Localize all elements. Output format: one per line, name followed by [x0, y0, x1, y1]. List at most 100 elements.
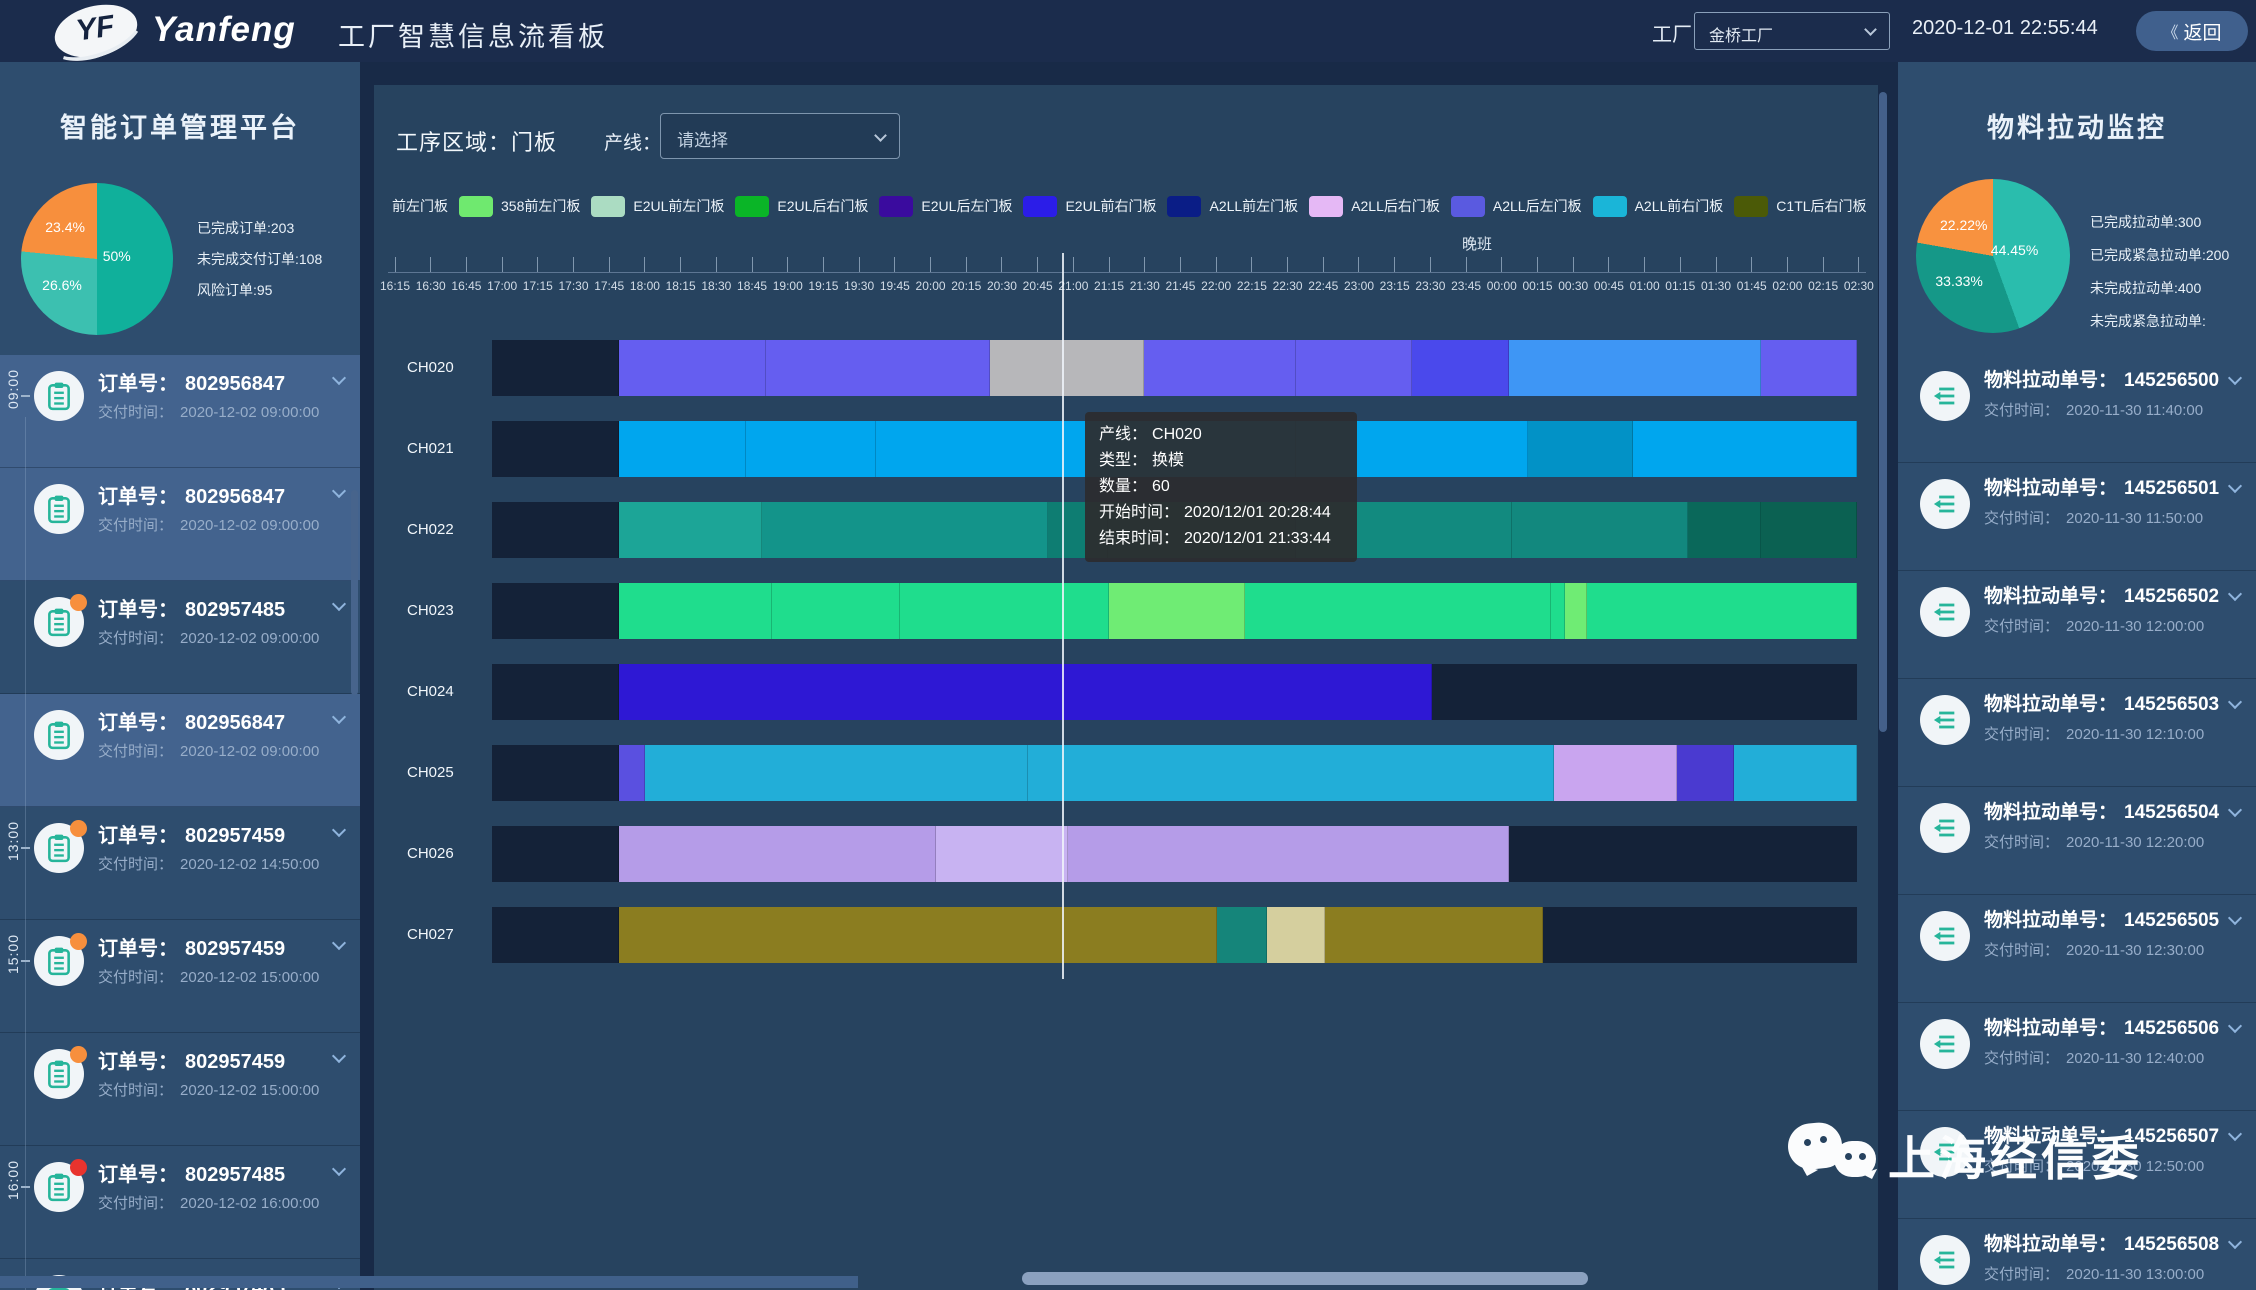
order-list-item[interactable]: 09:00 订单号：802956847 交付时间：2020-12-02 09:0… — [0, 355, 360, 468]
gantt-bar-segment[interactable] — [1761, 502, 1857, 558]
legend-item[interactable]: 358前左门板 — [459, 196, 580, 217]
order-list-item[interactable]: 16:00 订单号：802957485 交付时间：2020-12-02 16:0… — [0, 1146, 360, 1259]
bottom-scrollbar-track[interactable] — [0, 1276, 858, 1288]
main-vertical-scrollbar[interactable] — [1879, 92, 1887, 732]
gantt-bar-segment[interactable] — [1245, 583, 1551, 639]
pull-list-item[interactable]: 物料拉动单号：145256504 交付时间：2020-11-30 12:20:0… — [1898, 787, 2256, 895]
chevron-down-icon[interactable] — [332, 371, 346, 385]
gantt-bar-segment[interactable] — [1028, 745, 1554, 801]
gantt-bar-segment[interactable] — [746, 421, 876, 477]
gantt-bar-segment[interactable] — [1565, 583, 1587, 639]
gantt-bar-segment[interactable] — [619, 907, 1217, 963]
pull-list-item[interactable]: 物料拉动单号：145256501 交付时间：2020-11-30 11:50:0… — [1898, 463, 2256, 571]
chevron-down-icon[interactable] — [2228, 587, 2242, 601]
chevron-down-icon[interactable] — [332, 484, 346, 498]
legend-item[interactable]: A2LL前右门板 — [1593, 196, 1724, 217]
gantt-bar-segment[interactable] — [492, 907, 619, 963]
chevron-down-icon[interactable] — [2228, 1019, 2242, 1033]
chevron-down-icon[interactable] — [332, 823, 346, 837]
gantt-bar-segment[interactable] — [1412, 340, 1509, 396]
gantt-bar-segment[interactable] — [619, 421, 746, 477]
gantt-bar-segment[interactable] — [1509, 340, 1762, 396]
gantt-bar-segment[interactable] — [619, 745, 645, 801]
gantt-bar-segment[interactable] — [772, 583, 900, 639]
gantt-bar-segment[interactable] — [1587, 583, 1857, 639]
gantt-bar-segment[interactable] — [766, 340, 990, 396]
gantt-bar-segment[interactable] — [1688, 502, 1762, 558]
pull-list-item[interactable]: 物料拉动单号：145256508 交付时间：2020-11-30 13:00:0… — [1898, 1219, 2256, 1290]
order-list-item[interactable]: 订单号：802957459 交付时间：2020-12-02 15:00:00 — [0, 1033, 360, 1146]
back-button[interactable]: 《 返回 — [2136, 11, 2248, 51]
gantt-bar-segment[interactable] — [1734, 745, 1857, 801]
gantt-bar-segment[interactable] — [1761, 340, 1857, 396]
order-list-item[interactable]: 订单号：802957485 交付时间：2020-12-02 09:00:00 — [0, 581, 360, 694]
order-list-item[interactable]: 15:00 订单号：802957459 交付时间：2020-12-02 15:0… — [0, 920, 360, 1033]
gantt-bar-segment[interactable] — [1144, 340, 1296, 396]
legend-item[interactable]: E2UL前右门板 — [1023, 196, 1156, 217]
gantt-bar-segment[interactable] — [619, 826, 936, 882]
left-list-scrollbar[interactable] — [351, 490, 358, 695]
gantt-bar-segment[interactable] — [1217, 907, 1268, 963]
gantt-bar-segment[interactable] — [936, 826, 1068, 882]
axis-tick-mark — [1323, 257, 1324, 272]
legend-item[interactable]: A2LL前左门板 — [1167, 196, 1298, 217]
chevron-down-icon[interactable] — [2228, 479, 2242, 493]
axis-tick: 16:30 — [424, 257, 438, 293]
pull-list-item[interactable]: 物料拉动单号：145256500 交付时间：2020-11-30 11:40:0… — [1898, 355, 2256, 463]
pull-list-item[interactable]: 物料拉动单号：145256505 交付时间：2020-11-30 12:30:0… — [1898, 895, 2256, 1003]
order-list-item[interactable]: 订单号：802956847 交付时间：2020-12-02 09:00:00 — [0, 468, 360, 581]
pull-list-item[interactable]: 物料拉动单号：145256502 交付时间：2020-11-30 12:00:0… — [1898, 571, 2256, 679]
legend-item[interactable]: E2UL后右门板 — [735, 196, 868, 217]
pull-list-item[interactable]: 物料拉动单号：145256503 交付时间：2020-11-30 12:10:0… — [1898, 679, 2256, 787]
bottom-scrollbar-thumb[interactable] — [1022, 1272, 1588, 1285]
gantt-bar-segment[interactable] — [619, 502, 762, 558]
gantt-bar-segment[interactable] — [1267, 907, 1324, 963]
line-select[interactable]: 请选择 — [660, 113, 900, 159]
gantt-bar-segment[interactable] — [1551, 583, 1565, 639]
chevron-down-icon[interactable] — [332, 710, 346, 724]
chevron-down-icon[interactable] — [2228, 803, 2242, 817]
gantt-bar-segment[interactable] — [1512, 502, 1688, 558]
gantt-bar-segment[interactable] — [619, 583, 772, 639]
gantt-bar-segment[interactable] — [492, 583, 619, 639]
gantt-bar-segment[interactable] — [492, 421, 619, 477]
legend-item[interactable]: A2LL后左门板 — [1451, 196, 1582, 217]
gantt-bar-segment[interactable] — [1296, 340, 1412, 396]
gantt-bar-segment[interactable] — [492, 745, 619, 801]
legend-item[interactable]: E2UL后左门板 — [879, 196, 1012, 217]
gantt-bar-segment[interactable] — [492, 826, 619, 882]
gantt-bar-segment[interactable] — [1554, 745, 1677, 801]
gantt-bar-segment[interactable] — [619, 664, 1433, 720]
gantt-bar-segment[interactable] — [762, 502, 1047, 558]
pull-list-item[interactable]: 物料拉动单号：145256506 交付时间：2020-11-30 12:40:0… — [1898, 1003, 2256, 1111]
order-list-item[interactable]: 13:00 订单号：802957459 交付时间：2020-12-02 14:5… — [0, 807, 360, 920]
gantt-bar-segment[interactable] — [1109, 583, 1246, 639]
gantt-bar-segment[interactable] — [990, 340, 1144, 396]
gantt-bar-segment[interactable] — [619, 340, 766, 396]
gantt-bar-segment[interactable] — [1528, 421, 1633, 477]
factory-select[interactable]: 金桥工厂 — [1694, 12, 1890, 50]
gantt-bar-segment[interactable] — [645, 745, 1029, 801]
gantt-bar-segment[interactable] — [1677, 745, 1734, 801]
legend-item[interactable]: E2UL前左门板 — [591, 196, 724, 217]
chevron-down-icon[interactable] — [332, 597, 346, 611]
chevron-down-icon[interactable] — [2228, 1127, 2242, 1141]
chevron-down-icon[interactable] — [2228, 695, 2242, 709]
gantt-bar-segment[interactable] — [492, 502, 619, 558]
gantt-bar-segment[interactable] — [492, 664, 619, 720]
legend-item[interactable]: A2LL后右门板 — [1309, 196, 1440, 217]
legend-item[interactable]: 前左门板 — [392, 196, 448, 216]
gantt-bar-segment[interactable] — [1068, 826, 1509, 882]
order-list-item[interactable]: 订单号：802956847 交付时间：2020-12-02 09:00:00 — [0, 694, 360, 807]
chevron-down-icon[interactable] — [332, 1162, 346, 1176]
chevron-down-icon[interactable] — [2228, 1235, 2242, 1249]
gantt-bar-segment[interactable] — [900, 583, 1109, 639]
chevron-down-icon[interactable] — [332, 936, 346, 950]
chevron-down-icon[interactable] — [332, 1049, 346, 1063]
chevron-down-icon[interactable] — [2228, 371, 2242, 385]
gantt-bar-segment[interactable] — [1633, 421, 1857, 477]
chevron-down-icon[interactable] — [2228, 911, 2242, 925]
gantt-bar-segment[interactable] — [1325, 907, 1543, 963]
legend-item[interactable]: C1TL后右门板 — [1734, 196, 1866, 217]
gantt-bar-segment[interactable] — [492, 340, 619, 396]
